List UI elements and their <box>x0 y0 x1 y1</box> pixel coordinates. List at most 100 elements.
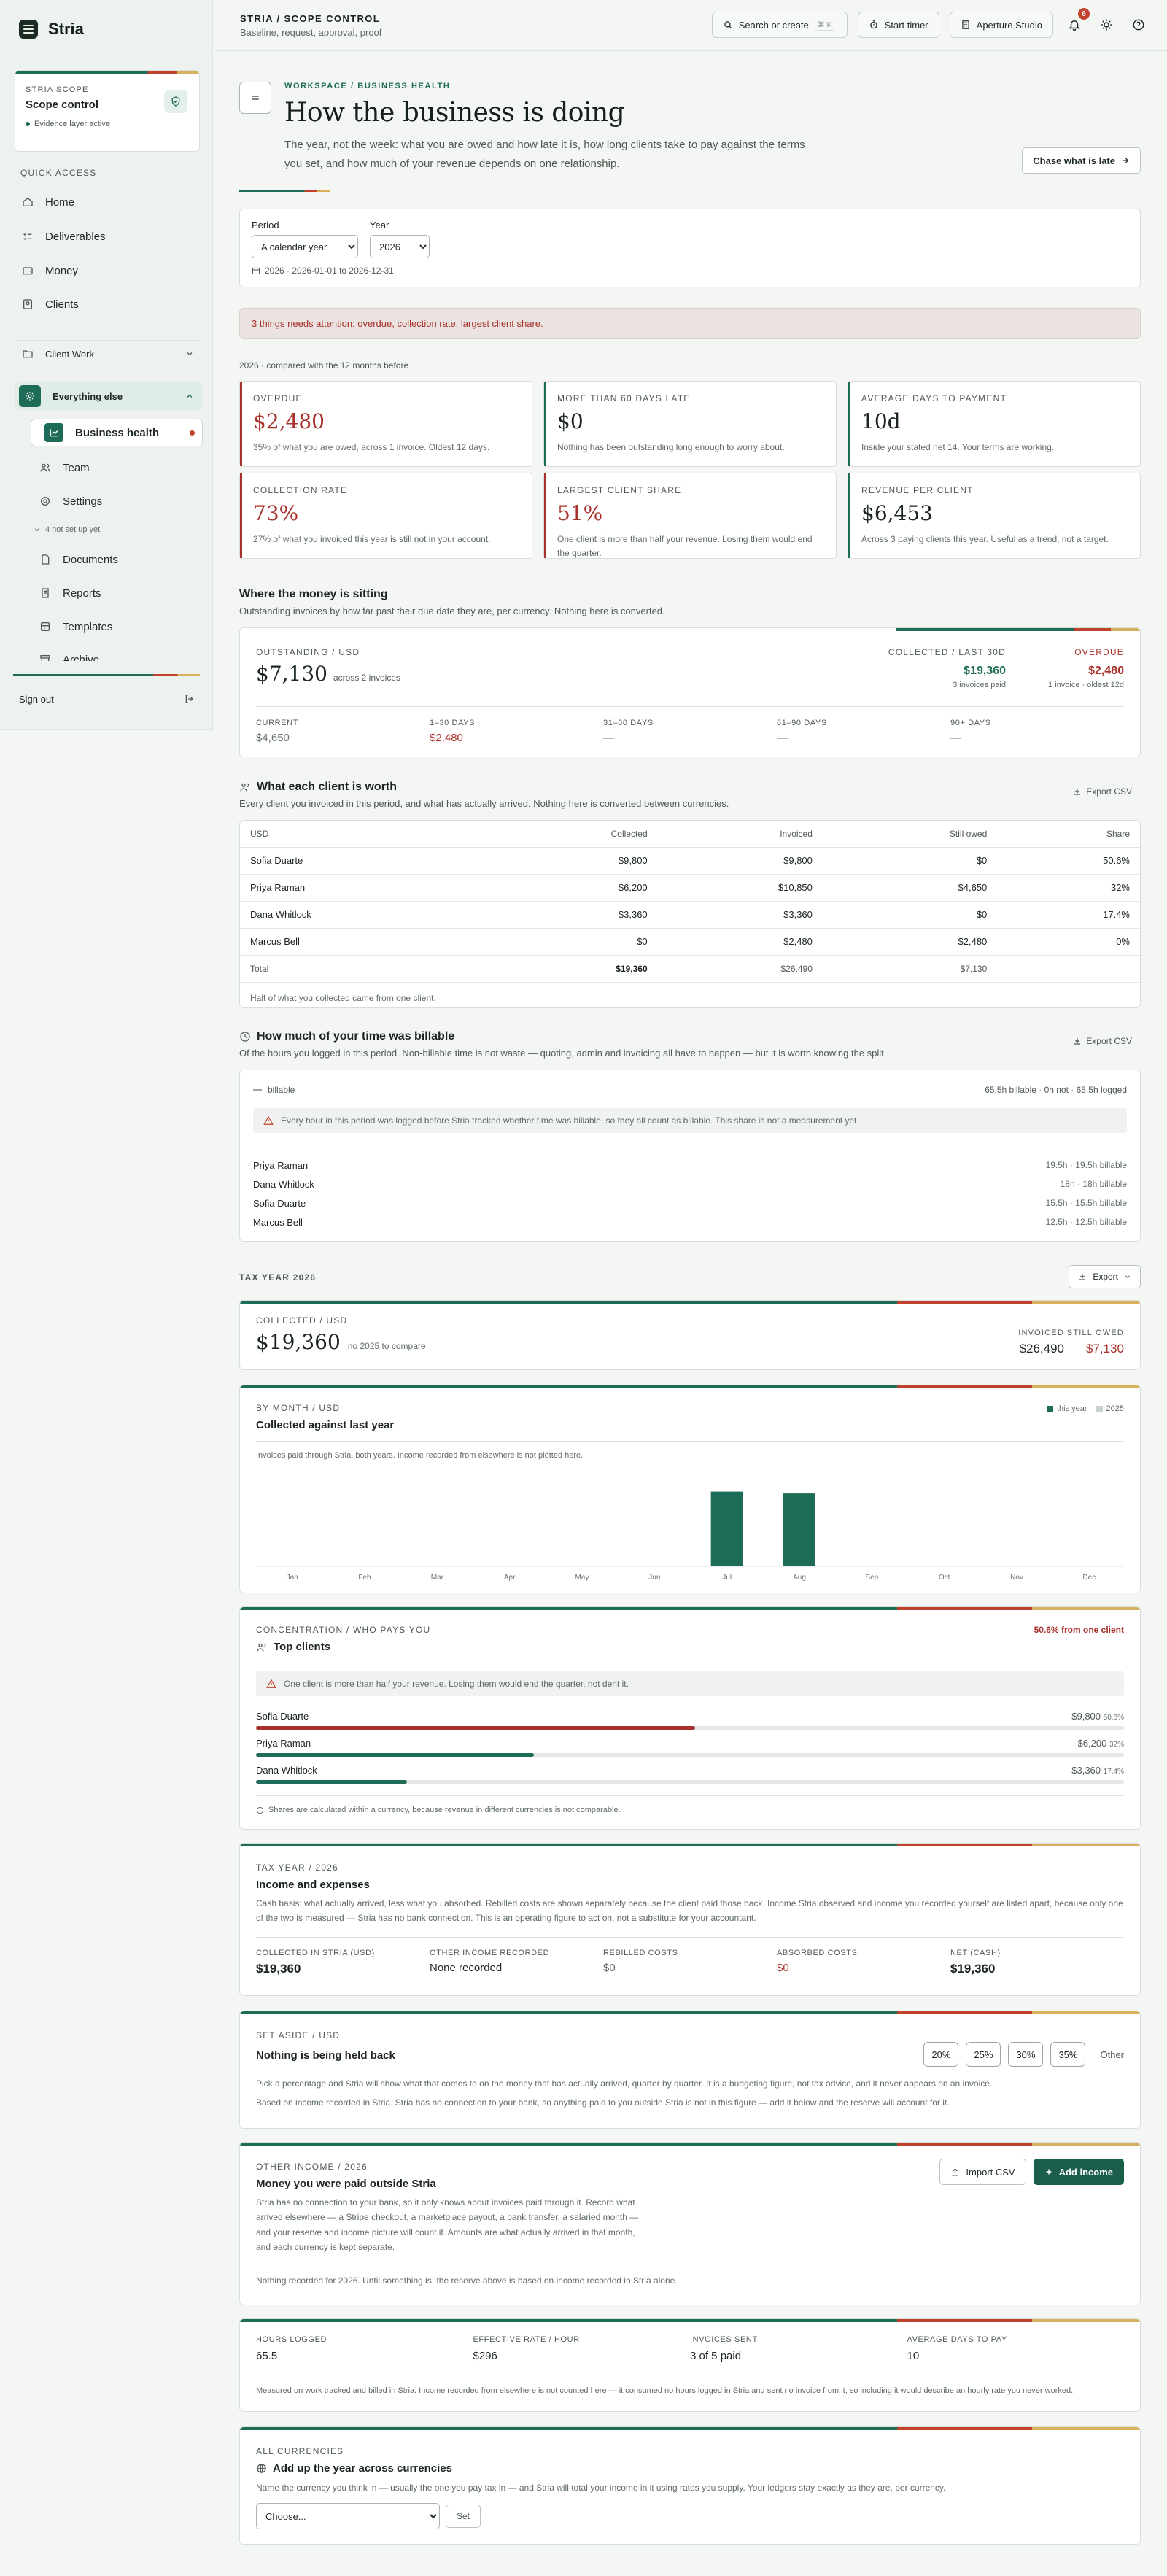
chevron-down-icon <box>1125 1275 1130 1278</box>
scope-caption: STRIA SCOPE <box>26 85 89 94</box>
lines-icon <box>252 96 259 100</box>
sidebar-item-templates[interactable]: Templates <box>31 613 203 641</box>
total-cell: $26,490 <box>657 954 823 983</box>
chase-late-button[interactable]: Chase what is late <box>1022 147 1141 174</box>
top-client-amount: $3,360 <box>1071 1765 1101 1776</box>
sidebar-item-reports[interactable]: Reports <box>31 579 203 607</box>
column-header[interactable]: USD <box>240 821 486 848</box>
billable-rows: Priya Raman 19.5h · 19.5h billable Dana W… <box>253 1156 1127 1231</box>
scope-card[interactable]: STRIA SCOPE Scope control Evidence layer… <box>15 70 200 152</box>
column-header[interactable]: Collected <box>486 821 658 848</box>
set-aside-option[interactable]: 30% <box>1008 2042 1044 2067</box>
gear-icon <box>19 385 41 407</box>
workspace-switcher[interactable]: Aperture Studio <box>949 12 1053 38</box>
x-tick-label: May <box>575 1574 589 1582</box>
aging-bucket: 61–90 DAYS — <box>777 719 950 744</box>
import-csv-button[interactable]: Import CSV <box>939 2159 1026 2185</box>
clients-table-card: USD Collected Invoiced Still owed Share Sofia… <box>239 820 1141 1008</box>
set-aside-options: 20% 25% 30% 35% Other <box>923 2042 1124 2067</box>
sidebar-item-documents[interactable]: Documents <box>31 546 203 573</box>
chart-bar[interactable] <box>710 1491 743 1566</box>
sidebar-item-label: Team <box>63 461 90 474</box>
table-row[interactable]: Marcus Bell $0 $2,480 $2,480 0% <box>240 928 1140 956</box>
kpi-card: REVENUE PER CLIENT $6,453 Across 3 payin… <box>848 473 1141 559</box>
add-income-button[interactable]: Add income <box>1033 2159 1124 2185</box>
start-timer-label: Start timer <box>884 19 928 31</box>
start-timer-button[interactable]: Start timer <box>857 12 939 38</box>
nav-group-client-work[interactable]: Client Work <box>15 340 203 368</box>
collected-30d-label: COLLECTED / LAST 30D <box>888 647 1006 657</box>
share-bar-fill <box>256 1753 534 1757</box>
bucket-value: $2,480 <box>430 732 463 744</box>
top-client-row[interactable]: Priya Raman $6,200 32% <box>256 1738 1124 1765</box>
legend-swatch <box>1046 1405 1053 1412</box>
sidebar-item-business-health[interactable]: Business health <box>31 419 203 446</box>
logout-icon <box>185 695 193 703</box>
sidebar-item-clients[interactable]: Clients <box>15 290 203 318</box>
search-button[interactable]: Search or create ⌘ K <box>711 12 848 38</box>
kpi-card: COLLECTION RATE 73% 27% of what you invo… <box>239 473 532 559</box>
bucket-value: $4,650 <box>256 732 290 744</box>
theme-toggle[interactable] <box>1096 14 1117 36</box>
top-client-row[interactable]: Sofia Duarte $9,800 50.6% <box>256 1711 1124 1738</box>
attention-banner: 3 things needs attention: overdue, colle… <box>239 308 1141 339</box>
concentration-warning-text: One client is more than half your revenu… <box>284 1679 629 1689</box>
sidebar-item-settings[interactable]: Settings <box>31 487 203 515</box>
not-set-up-toggle[interactable]: 4 not set up yet <box>34 525 100 534</box>
table-row[interactable]: Sofia Duarte $9,800 $9,800 $0 50.6% <box>240 847 1140 875</box>
period-card: Period A calendar year Year 2026 2026 · … <box>239 209 1141 287</box>
column-header[interactable]: Share <box>997 821 1140 848</box>
chart-title: Collected against last year <box>256 1419 395 1431</box>
clients-export-button[interactable]: Export CSV <box>1073 786 1132 797</box>
table-row[interactable]: Dana Whitlock $3,360 $3,360 $0 17.4% <box>240 901 1140 929</box>
work-stat: EFFECTIVE RATE / HOUR $296 <box>473 2335 691 2362</box>
bucket-label: 90+ DAYS <box>950 719 991 727</box>
brand[interactable]: Stria <box>0 0 212 58</box>
plus-icon <box>1046 2169 1052 2175</box>
bucket-value: — <box>603 732 614 744</box>
billable-row: Sofia Duarte 15.5h · 15.5h billable <box>253 1194 1127 1212</box>
year-select[interactable]: 2026 <box>370 235 430 258</box>
chart-bar[interactable] <box>783 1493 815 1566</box>
scope-card-accent <box>15 71 199 74</box>
help-button[interactable] <box>1128 14 1149 36</box>
billable-export-button[interactable]: Export CSV <box>1073 1036 1132 1046</box>
sidebar-item-home[interactable]: Home <box>15 188 203 216</box>
nav-group-everything-else[interactable]: Everything else <box>15 382 203 410</box>
set-aside-option[interactable]: 20% <box>923 2042 959 2067</box>
kpi-description: Across 3 paying clients this year. Usefu… <box>861 534 1109 544</box>
table-cell: $0 <box>486 928 658 956</box>
kpi-value: 73% <box>253 501 299 525</box>
tax-year-export-button[interactable]: Export <box>1069 1265 1141 1288</box>
sidebar-item-deliverables[interactable]: Deliverables <box>15 223 203 250</box>
column-header[interactable]: Still owed <box>822 821 998 848</box>
kpi-label: OVERDUE <box>253 393 303 403</box>
table-cell: $2,480 <box>657 928 823 956</box>
collected-30d-note: 3 invoices paid <box>953 681 1006 689</box>
set-aside-other[interactable]: Other <box>1100 2049 1124 2060</box>
sign-out-button[interactable]: Sign out <box>19 693 195 705</box>
sidebar-item-archive[interactable]: Archive <box>31 646 203 661</box>
column-header[interactable]: Invoiced <box>657 821 823 848</box>
top-client-row[interactable]: Dana Whitlock $3,360 17.4% <box>256 1765 1124 1792</box>
report-icon <box>42 588 49 598</box>
work-stats: HOURS LOGGED 65.5 EFFECTIVE RATE / HOUR $… <box>256 2335 1124 2362</box>
set-aside-option[interactable]: 25% <box>966 2042 1001 2067</box>
table-row[interactable]: Priya Raman $6,200 $10,850 $4,650 32% <box>240 874 1140 902</box>
set-aside-option[interactable]: 35% <box>1050 2042 1086 2067</box>
notifications-button[interactable]: 6 <box>1063 8 1090 36</box>
other-income-description: Stria has no connection to your bank, so… <box>256 2197 639 2253</box>
period-select[interactable]: A calendar year <box>252 235 358 258</box>
set-currency-button[interactable]: Set <box>446 2505 481 2528</box>
sidebar-item-money[interactable]: Money <box>15 257 203 285</box>
set-aside-p1: Pick a percentage and Stria will show wh… <box>256 2078 993 2089</box>
sidebar-item-team[interactable]: Team <box>31 454 203 481</box>
set-aside-heading: Nothing is being held back <box>256 2049 395 2062</box>
money-section-header: Where the money is sitting Outstanding i… <box>239 588 1141 616</box>
currency-select[interactable]: Choose... <box>256 2503 440 2529</box>
page-title: How the business is doing <box>284 98 625 128</box>
set-label: Set <box>457 2511 470 2521</box>
overdue-value: $2,480 <box>1088 665 1124 677</box>
card-accent <box>240 2011 1140 2014</box>
concentration-note-row: Shares are calculated within a currency,… <box>256 1806 621 1814</box>
